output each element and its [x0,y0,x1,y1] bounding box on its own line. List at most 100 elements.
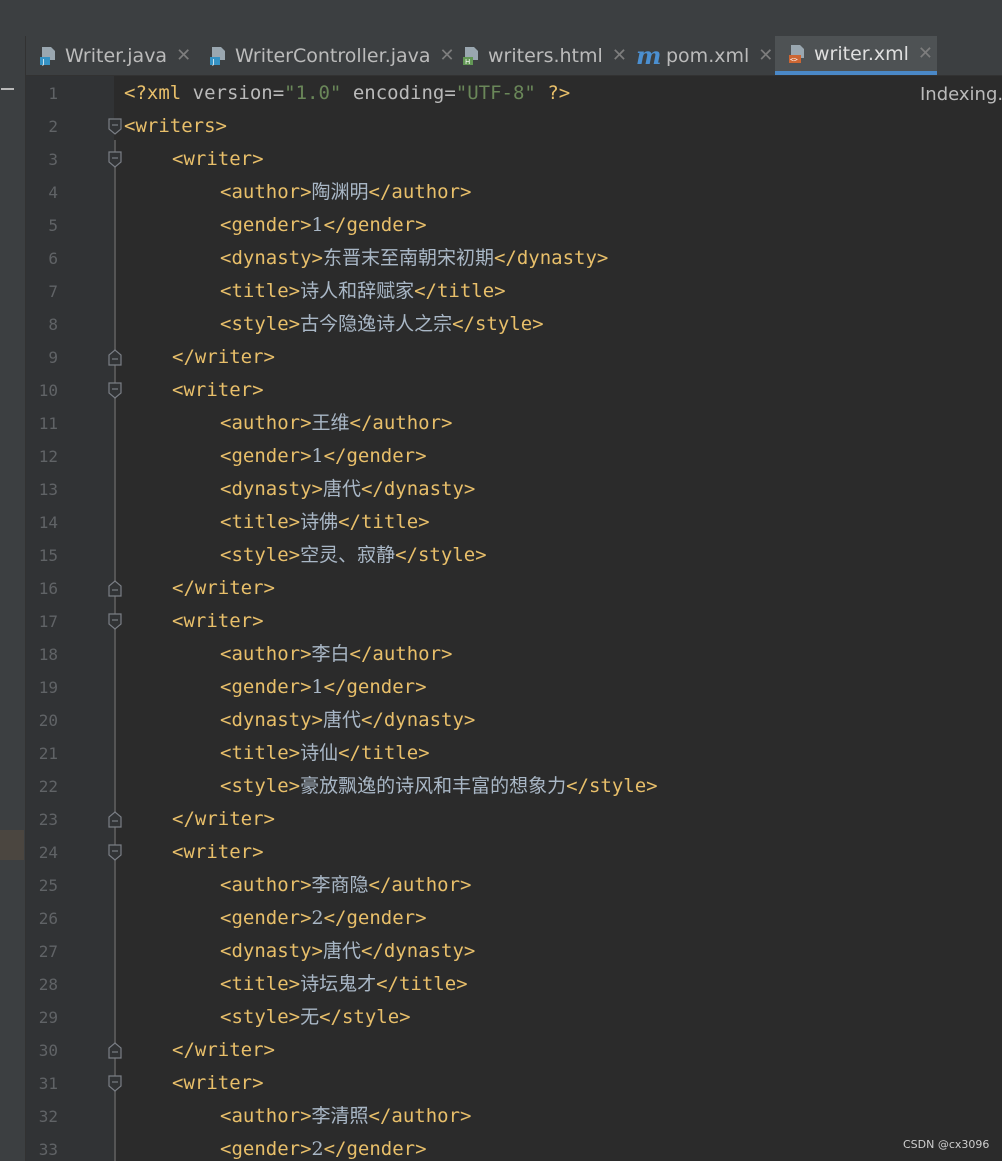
code-line[interactable]: 21 <title>诗仙</title> [26,737,1002,770]
fold-open-icon[interactable] [108,382,122,399]
fold-open-icon[interactable] [108,844,122,861]
fold-open-icon[interactable] [108,613,122,630]
code-line[interactable]: 33 <gender>2</gender> [26,1133,1002,1161]
fold-close-icon[interactable] [108,1042,122,1059]
fold-open-icon[interactable] [108,151,122,168]
code-line[interactable]: 27 <dynasty>唐代</dynasty> [26,935,1002,968]
line-number: 25 [38,876,58,895]
code-line[interactable]: 7 <title>诗人和辞赋家</title> [26,275,1002,308]
code-text: <writer> [172,605,264,638]
code-text: <writer> [172,836,264,869]
fold-open-icon[interactable] [108,1075,122,1092]
code-line[interactable]: 6 <dynasty>东晋末至南朝宋初期</dynasty> [26,242,1002,275]
code-line[interactable]: 2 <writers> [26,110,1002,143]
code-line[interactable]: 26 <gender>2</gender> [26,902,1002,935]
code-line[interactable]: 9 </writer> [26,341,1002,374]
code-text: <dynasty>唐代</dynasty> [220,704,475,737]
tab-label: WriterController.java [235,44,431,67]
code-line[interactable]: 10 <writer> [26,374,1002,407]
code-line[interactable]: 8 <style>古今隐逸诗人之宗</style> [26,308,1002,341]
element-text: 2 [311,907,324,929]
code-line[interactable]: 14 <title>诗佛</title> [26,506,1002,539]
element-text: 唐代 [322,940,361,962]
code-line[interactable]: 12 <gender>1</gender> [26,440,1002,473]
xml-open-tag: <style> [220,775,301,797]
attribute-name: version [192,82,273,104]
line-number: 10 [38,381,58,400]
code-line[interactable]: 20 <dynasty>唐代</dynasty> [26,704,1002,737]
code-text: <style>无</style> [220,1001,411,1034]
xml-close-tag: </style> [566,775,658,797]
indexing-status: Indexing... [920,84,1002,105]
xml-close-tag: </title> [338,742,430,764]
xml-tag: <writer> [172,610,264,632]
line-number: 20 [38,711,58,730]
xml-open-tag: <dynasty> [220,247,323,269]
xml-tag: </writer> [172,808,275,830]
code-text: <dynasty>东晋末至南朝宋初期</dynasty> [220,242,608,275]
code-line[interactable]: 23 </writer> [26,803,1002,836]
code-line[interactable]: 28 <title>诗坛鬼才</title> [26,968,1002,1001]
tab-writer-xml[interactable]: <> writer.xml ✕ [775,36,937,75]
code-line[interactable]: 25 <author>李商隐</author> [26,869,1002,902]
code-line[interactable]: 11 <author>王维</author> [26,407,1002,440]
xml-close-tag: </dynasty> [360,478,476,500]
code-editor[interactable]: 1 <?xml version="1.0" encoding="UTF-8" ?>… [26,77,1002,1161]
fold-close-icon[interactable] [108,580,122,597]
close-icon[interactable]: ✕ [612,45,627,66]
tab-pom-xml[interactable]: m pom.xml ✕ [636,36,776,75]
element-text: 唐代 [322,478,361,500]
tab-writers-html[interactable]: H writers.html ✕ [461,36,639,75]
code-line[interactable]: 19 <gender>1</gender> [26,671,1002,704]
xml-open-tag: <gender> [220,445,312,467]
code-line[interactable]: 17 <writer> [26,605,1002,638]
code-line[interactable]: 31 <writer> [26,1067,1002,1100]
code-text: <dynasty>唐代</dynasty> [220,935,475,968]
xml-open-tag: <title> [220,742,301,764]
close-icon[interactable]: ✕ [176,45,191,66]
line-number: 31 [38,1074,58,1093]
xml-open-tag: <author> [220,643,312,665]
title-bar [0,0,1002,36]
code-text: <writer> [172,374,264,407]
xml-tag: <writer> [172,1072,264,1094]
code-line[interactable]: 5 <gender>1</gender> [26,209,1002,242]
code-line[interactable]: 29 <style>无</style> [26,1001,1002,1034]
html-file-icon: H [463,46,478,66]
xml-open-tag: <style> [220,313,301,335]
code-line[interactable]: 1 <?xml version="1.0" encoding="UTF-8" ?> [26,77,1002,110]
code-line[interactable]: 18 <author>李白</author> [26,638,1002,671]
close-icon[interactable]: ✕ [440,45,455,66]
code-line[interactable]: 24 <writer> [26,836,1002,869]
code-line[interactable]: 16 </writer> [26,572,1002,605]
code-line[interactable]: 30 </writer> [26,1034,1002,1067]
xml-open-tag: <dynasty> [220,940,323,962]
code-line[interactable]: 4 <author>陶渊明</author> [26,176,1002,209]
attribute-value: "1.0" [284,82,342,104]
xml-open-tag: <author> [220,412,312,434]
maven-m-icon: m [636,41,662,70]
xml-close-tag: </title> [338,511,430,533]
fold-close-icon[interactable] [108,349,122,366]
element-text: 诗仙 [300,742,339,764]
close-icon[interactable]: ✕ [918,43,933,64]
tab-label: Writer.java [65,44,168,67]
code-text: <dynasty>唐代</dynasty> [220,473,475,506]
code-line[interactable]: 3 <writer> [26,143,1002,176]
tab-writer-java[interactable]: J Writer.java ✕ [38,36,200,75]
code-line[interactable]: 32 <author>李清照</author> [26,1100,1002,1133]
xml-close-tag: </gender> [323,676,427,698]
element-text: 1 [311,676,324,698]
tab-writercontroller-java[interactable]: J WriterController.java ✕ [208,36,455,75]
fold-close-icon[interactable] [108,811,122,828]
fold-open-icon[interactable] [108,118,122,135]
line-number: 16 [38,579,58,598]
code-line[interactable]: 13 <dynasty>唐代</dynasty> [26,473,1002,506]
xml-close-tag: </gender> [323,445,427,467]
xml-declaration-open: <?xml [124,82,193,104]
collapse-handle[interactable] [1,88,14,90]
code-line[interactable]: 22 <style>豪放飘逸的诗风和丰富的想象力</style> [26,770,1002,803]
close-icon[interactable]: ✕ [758,45,773,66]
code-line[interactable]: 15 <style>空灵、寂静</style> [26,539,1002,572]
xml-open-tag: <gender> [220,907,312,929]
